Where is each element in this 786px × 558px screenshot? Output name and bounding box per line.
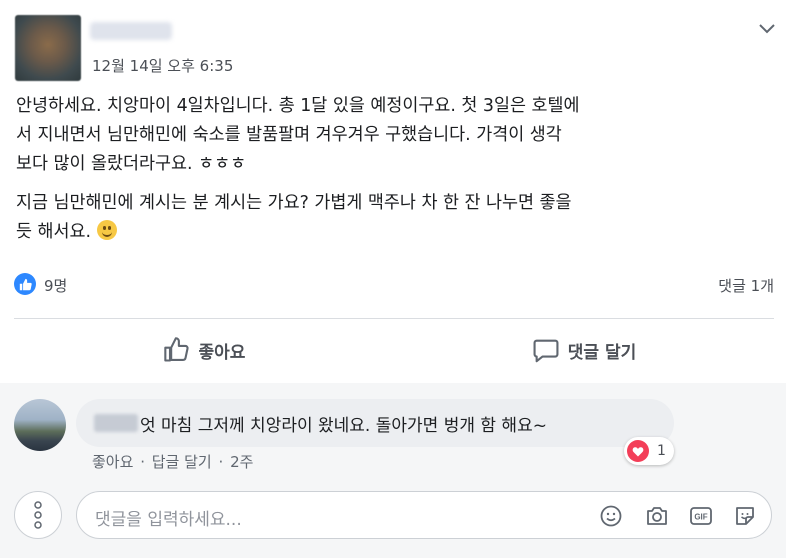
- like-button[interactable]: 좋아요: [14, 322, 394, 378]
- author-name[interactable]: [90, 22, 172, 40]
- post-action-bar: 좋아요 댓글 달기: [14, 322, 774, 378]
- divider: [14, 318, 774, 319]
- svg-text:GIF: GIF: [694, 513, 707, 522]
- gif-icon[interactable]: GIF: [689, 504, 713, 528]
- post-header: 12월 14일 오후 6:35: [0, 0, 786, 90]
- post-timestamp[interactable]: 12월 14일 오후 6:35: [92, 55, 233, 76]
- post-paragraph: 지금 님만해민에 계시는 분 계시는 가요? 가볍게 맥주나 차 한 잔 나누면…: [16, 189, 776, 247]
- post-paragraph: 안녕하세요. 치앙마이 4일차입니다. 총 1달 있을 예정이구요. 첫 3일은…: [16, 96, 580, 174]
- separator: ·: [140, 453, 145, 471]
- comment-actions: 좋아요 · 답글 달기 · 2주: [92, 451, 255, 472]
- post-body: 안녕하세요. 치앙마이 4일차입니다. 총 1달 있을 예정이구요. 첫 3일은…: [16, 92, 776, 257]
- user-avatar[interactable]: [14, 491, 62, 539]
- separator: ·: [218, 453, 224, 471]
- comment-like-link[interactable]: 좋아요: [92, 453, 133, 471]
- like-count[interactable]: 9명: [44, 275, 67, 296]
- heart-icon: [627, 440, 649, 462]
- comment-input[interactable]: 댓글을 입력하세요... GIF: [76, 491, 772, 539]
- comment-bubble: 엇 마침 그저께 치앙라이 왔네요. 돌아가면 벙개 함 해요~: [76, 399, 674, 447]
- smiley-face-icon: [96, 220, 117, 240]
- comment-time[interactable]: 2주: [230, 453, 253, 471]
- chevron-down-icon[interactable]: [758, 22, 776, 36]
- comment-input-placeholder: 댓글을 입력하세요...: [95, 510, 242, 530]
- sticker-icon[interactable]: [733, 504, 757, 528]
- comment-reply-link[interactable]: 답글 달기: [152, 453, 212, 471]
- comment-reaction[interactable]: 1: [624, 437, 674, 465]
- comment-button-label: 댓글 달기: [567, 342, 637, 363]
- comment-reaction-count: 1: [657, 443, 666, 459]
- comment-count[interactable]: 댓글 1개: [718, 275, 774, 296]
- like-button-label: 좋아요: [198, 342, 246, 363]
- smiley-icon[interactable]: [599, 504, 623, 528]
- commenter-name[interactable]: [94, 414, 138, 432]
- commenter-avatar[interactable]: [14, 399, 66, 451]
- comment-text: 엇 마침 그저께 치앙라이 왔네요. 돌아가면 벙개 함 해요~: [140, 416, 547, 436]
- thumbs-up-icon[interactable]: [14, 273, 36, 295]
- comment-button[interactable]: 댓글 달기: [394, 322, 774, 378]
- camera-icon[interactable]: [645, 504, 669, 528]
- default-avatar-icon: [34, 501, 42, 529]
- comments-section: 엇 마침 그저께 치앙라이 왔네요. 돌아가면 벙개 함 해요~ 1 좋아요 ·…: [0, 383, 786, 558]
- author-avatar[interactable]: [15, 15, 81, 81]
- speech-bubble-icon: [533, 339, 559, 363]
- thumbs-up-outline-icon: [163, 337, 189, 362]
- reaction-summary: 9명 댓글 1개: [14, 272, 774, 296]
